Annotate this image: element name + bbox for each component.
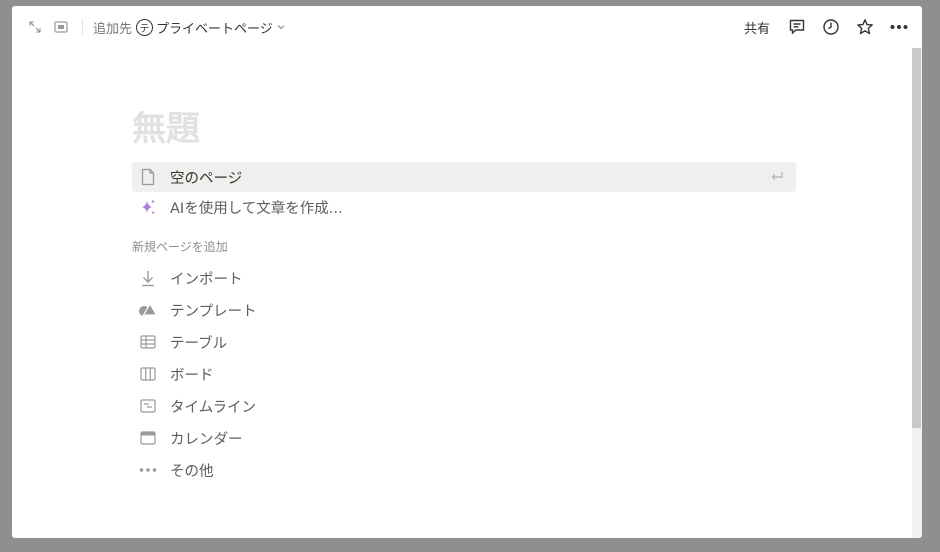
new-page-options: インポート テンプレート テーブル ボード タイムライン カレンダー その他: [132, 262, 796, 486]
template-option[interactable]: テンプレート: [132, 294, 796, 326]
scrollbar-thumb[interactable]: [912, 48, 921, 428]
board-label: ボード: [170, 367, 214, 384]
enter-key-icon: [770, 169, 784, 187]
template-label: テンプレート: [170, 303, 257, 320]
more-label: その他: [170, 463, 214, 480]
table-label: テーブル: [170, 335, 228, 352]
divider: [82, 19, 83, 35]
page-window: 追加先 テ プライベートページ 共有 無題 空のページ AIを使用して文章を作成…: [12, 6, 922, 538]
comment-icon[interactable]: [786, 16, 808, 38]
timeline-label: タイムライン: [170, 399, 256, 416]
download-icon: [138, 268, 158, 288]
workspace-avatar: テ: [136, 18, 154, 36]
chevron-down-icon: [276, 22, 286, 32]
sidebar-peek-icon[interactable]: [50, 16, 72, 38]
more-dots-icon: [138, 460, 158, 480]
empty-page-label: 空のページ: [170, 170, 243, 187]
clock-icon[interactable]: [820, 16, 842, 38]
page-icon: [138, 167, 158, 187]
calendar-label: カレンダー: [170, 431, 243, 448]
ai-write-option[interactable]: AIを使用して文章を作成...: [132, 192, 796, 222]
share-button[interactable]: 共有: [744, 18, 770, 37]
sparkle-icon: [138, 197, 158, 217]
star-icon[interactable]: [854, 16, 876, 38]
new-page-section-label: 新規ページを追加: [132, 240, 228, 254]
more-option[interactable]: その他: [132, 454, 796, 486]
page-title-input[interactable]: 無題: [132, 106, 796, 152]
add-to-label: 追加先: [93, 21, 133, 37]
more-icon[interactable]: [888, 16, 910, 38]
top-bar-right: 共有: [744, 6, 910, 48]
calendar-icon: [138, 428, 158, 448]
board-icon: [138, 364, 158, 384]
import-option[interactable]: インポート: [132, 262, 796, 294]
workspace-selector[interactable]: テ プライベートページ: [136, 18, 286, 37]
empty-page-option[interactable]: 空のページ: [132, 162, 796, 192]
page-content: 無題 空のページ AIを使用して文章を作成... 新規ページを追加 インポート …: [132, 106, 796, 486]
timeline-option[interactable]: タイムライン: [132, 390, 796, 422]
ai-write-label: AIを使用して文章を作成...: [170, 200, 343, 217]
board-option[interactable]: ボード: [132, 358, 796, 390]
import-label: インポート: [170, 271, 243, 288]
top-bar-left: 追加先 テ プライベートページ: [12, 6, 286, 48]
top-bar: 追加先 テ プライベートページ 共有: [12, 6, 922, 48]
workspace-name: プライベートページ: [156, 21, 273, 37]
shapes-icon: [138, 300, 158, 320]
expand-icon[interactable]: [24, 16, 46, 38]
scrollbar[interactable]: [912, 48, 922, 538]
timeline-icon: [138, 396, 158, 416]
calendar-option[interactable]: カレンダー: [132, 422, 796, 454]
table-option[interactable]: テーブル: [132, 326, 796, 358]
table-icon: [138, 332, 158, 352]
